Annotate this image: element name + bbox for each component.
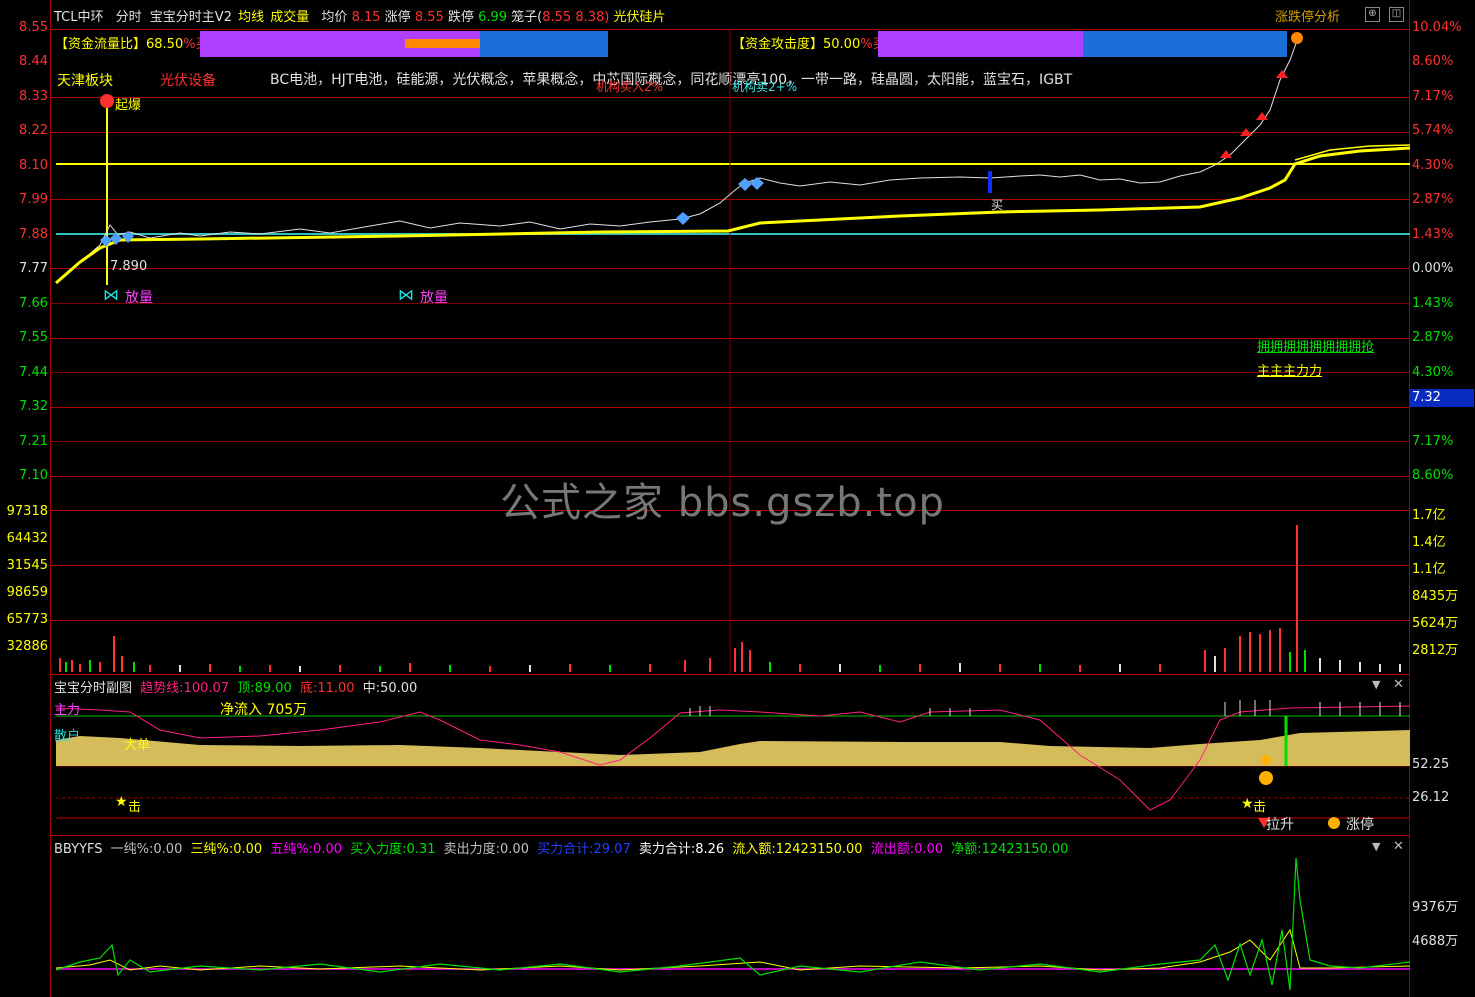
strike-label: 击 bbox=[128, 800, 142, 815]
fangliang-label: 放量 bbox=[125, 290, 153, 306]
sub2-green-line bbox=[55, 857, 1411, 991]
top-marker bbox=[1291, 32, 1303, 44]
flags-label: 拥拥拥拥拥拥拥拥抢 bbox=[1257, 340, 1375, 355]
fangliang-label: 放量 bbox=[420, 290, 448, 306]
sub2-close-icon[interactable]: ✕ bbox=[1393, 839, 1404, 854]
qibao-label: 起爆 bbox=[115, 98, 142, 113]
sub2-axis-tick: 4688万 bbox=[1412, 934, 1459, 949]
sub1-axis-tick: 52.25 bbox=[1412, 757, 1450, 772]
sub2-dropdown-icon[interactable]: ▼ bbox=[1372, 840, 1380, 853]
sub2-item: 流出额:0.00 bbox=[870, 842, 944, 857]
sub1-close-icon[interactable]: ✕ bbox=[1393, 677, 1404, 692]
sub1-trend-label: 趋势线: bbox=[140, 681, 184, 696]
money-bag-icon bbox=[1261, 755, 1271, 765]
sub2-title[interactable]: BBYYFS bbox=[54, 842, 103, 857]
pull-up-label: 拉升 bbox=[1266, 817, 1294, 833]
sub2-item: 净额:12423150.00 bbox=[951, 842, 1069, 857]
sub1-bottom-label: 底: bbox=[299, 681, 318, 696]
sub1-mid-value: 50.00 bbox=[380, 681, 418, 696]
watermark: 公式之家 bbs.gszb.top bbox=[500, 480, 945, 526]
sub1-cut1: 主力 bbox=[54, 703, 81, 718]
sub2-axis-tick: 9376万 bbox=[1412, 900, 1459, 915]
sub2-header: BBYYFS 一纯%:0.00 三纯%:0.00 五纯%:0.00 买入力度:0… bbox=[54, 838, 1068, 857]
price-line bbox=[55, 37, 1299, 284]
limit-up-label: 涨停 bbox=[1346, 817, 1374, 833]
price-marker-label: 7.890 bbox=[110, 259, 148, 274]
butterfly-icon: ⋈ bbox=[103, 285, 119, 304]
sub2-item: 卖出力度:0.00 bbox=[443, 842, 529, 857]
sell-arrow-group bbox=[1220, 70, 1288, 158]
money-bag-icon bbox=[1259, 771, 1273, 785]
limit-up-icon bbox=[1328, 817, 1340, 829]
sub2-item: 五纯%:0.00 bbox=[270, 842, 342, 857]
sub2-item: 流入额:12423150.00 bbox=[732, 842, 863, 857]
star-icon: ★ bbox=[1241, 796, 1254, 812]
buy-marker-bar bbox=[988, 171, 992, 193]
sub1-top-value: 89.00 bbox=[254, 681, 292, 696]
sub2-item: 买入力度:0.31 bbox=[350, 842, 436, 857]
sub1-dropdown-icon[interactable]: ▼ bbox=[1372, 678, 1380, 691]
sub1-top-label: 顶: bbox=[237, 681, 255, 696]
sub2-yellow-line bbox=[55, 928, 1411, 971]
strike-label: 击 bbox=[1253, 800, 1267, 815]
sub1-trend-value: 100.07 bbox=[183, 681, 230, 696]
sub1-axis-tick: 26.12 bbox=[1412, 790, 1450, 805]
sub1-net-flow-area bbox=[56, 730, 1410, 766]
big-order-label: 大单 bbox=[124, 738, 151, 753]
sub1-title[interactable]: 宝宝分时副图 bbox=[54, 681, 132, 696]
net-inflow-label: 净流入 705万 bbox=[220, 702, 308, 718]
main-force-label: 主主主力力 bbox=[1257, 364, 1323, 379]
sub2-item: 卖力合计:8.26 bbox=[638, 842, 725, 857]
sub1-bottom-value: 11.00 bbox=[317, 681, 355, 696]
sub2-item: 买力合计:29.07 bbox=[537, 842, 631, 857]
butterfly-icon: ⋈ bbox=[398, 285, 414, 304]
qibao-icon bbox=[100, 94, 114, 108]
sub2-item: 一纯%:0.00 bbox=[110, 842, 183, 857]
star-icon: ★ bbox=[115, 794, 128, 810]
sub1-cut2: 散户 bbox=[54, 729, 81, 744]
sub1-mid-label: 中: bbox=[362, 681, 381, 696]
buy-label: 买 bbox=[991, 198, 1004, 212]
sub2-item: 三纯%:0.00 bbox=[190, 842, 263, 857]
sub1-header: 宝宝分时副图 趋势线:100.07 顶:89.00 底:11.00 中:50.0… bbox=[54, 677, 417, 696]
